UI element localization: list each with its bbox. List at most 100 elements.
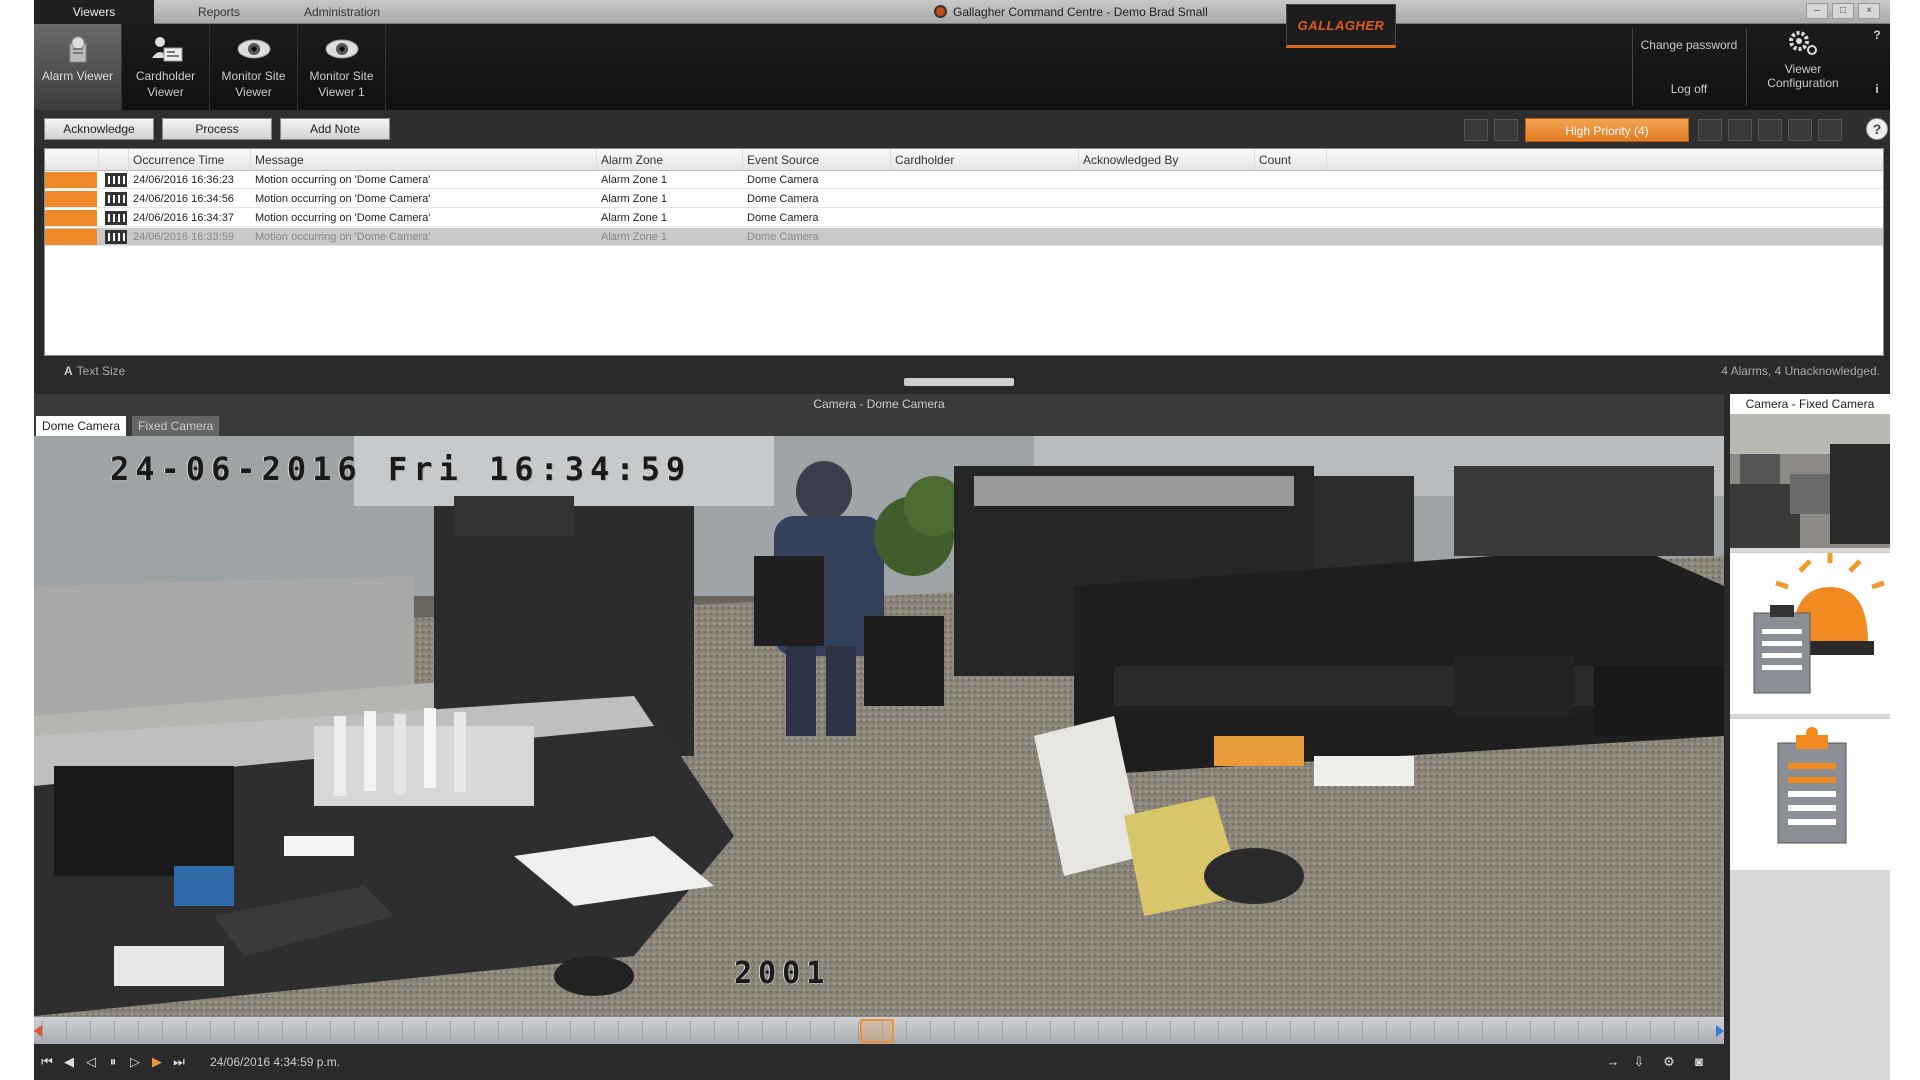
process-button[interactable]: Process [162,118,272,140]
cardholder-viewer-label: Cardholder Viewer [135,69,196,99]
eye-icon [325,39,358,59]
priority-filter-button[interactable] [1698,119,1722,141]
tab-viewers[interactable]: Viewers [34,0,154,24]
camera-settings-icon[interactable]: ⚙ [1660,1053,1678,1071]
table-row[interactable]: 24/06/2016 16:34:56 Motion occurring on … [45,190,1883,208]
tab-fixed-camera[interactable]: Fixed Camera [132,416,220,436]
gallagher-logo: GALLAGHER [1286,4,1396,48]
camera-video-feed[interactable]: 24-06-2016 Fri 16:34:59 2001 [34,436,1724,1016]
priority-filter-button[interactable] [1464,119,1488,141]
frame-back-icon[interactable]: ◁ [82,1053,100,1071]
acknowledge-button[interactable]: Acknowledge [44,118,154,140]
cell-event-source: Dome Camera [747,212,819,224]
priority-filter-button[interactable] [1758,119,1782,141]
cardholder-viewer-button[interactable]: Cardholder Viewer [122,24,210,110]
pause-icon[interactable]: ⏸ [104,1053,122,1071]
frame-forward-icon[interactable]: ▷ [126,1053,144,1071]
video-clip-icon[interactable] [105,230,127,244]
play-icon[interactable]: ▶ [148,1053,166,1071]
log-off-link[interactable]: Log off [1634,82,1744,96]
text-size-label: Text Size [76,364,126,378]
alarm-notes-card[interactable] [1730,718,1890,870]
priority-column-header[interactable] [45,149,99,171]
window-title-text: Gallagher Command Centre - Demo Brad Sma… [953,5,1208,19]
column-header-event-source[interactable]: Event Source [743,149,891,171]
priority-filter-button[interactable] [1494,119,1518,141]
export-icon[interactable]: ⇩ [1630,1053,1648,1071]
cardholder-icon [151,37,182,62]
window-title: Gallagher Command Centre - Demo Brad Sma… [934,0,1208,24]
office-scene [34,436,1724,1016]
viewer-configuration-button[interactable]: Viewer Configuration [1748,28,1858,90]
priority-indicator [45,191,97,207]
alarm-viewer-button[interactable]: Alarm Viewer [34,24,122,110]
type-column-header[interactable] [99,149,129,171]
timeline-end-icon[interactable] [1716,1025,1724,1037]
priority-indicator [45,229,97,245]
monitor-site-viewer-button[interactable]: Monitor Site Viewer [210,24,298,110]
minimize-button[interactable]: – [1806,3,1828,19]
video-clip-icon[interactable] [105,211,127,225]
table-row[interactable]: 24/06/2016 16:36:23 Motion occurring on … [45,171,1883,189]
fixed-camera-scene [1730,414,1890,548]
column-header-count[interactable]: Count [1255,149,1327,171]
cell-event-source: Dome Camera [747,231,819,243]
alarm-beacon-icon [1753,553,1885,694]
priority-filter-button[interactable] [1818,119,1842,141]
camera-panel-title: Camera - Dome Camera [34,394,1724,414]
info-icon[interactable]: i [1868,82,1886,96]
snapshot-icon[interactable]: ◙ [1690,1053,1708,1071]
alarm-action-bar: Acknowledge Process Add Note High Priori… [34,110,1890,148]
timeline-start-icon[interactable] [34,1025,42,1037]
table-header: Occurrence Time Message Alarm Zone Event… [45,149,1883,171]
cell-alarm-zone: Alarm Zone 1 [601,231,668,243]
monitor-site-viewer-1-button[interactable]: Monitor Site Viewer 1 [298,24,386,110]
text-size-icon: A [64,364,73,378]
help-icon[interactable]: ? [1868,28,1886,42]
side-panel: Camera - Fixed Camera [1730,394,1890,1080]
cell-alarm-zone: Alarm Zone 1 [601,212,668,224]
alarm-summary: 4 Alarms, 4 Unacknowledged. [1721,364,1880,378]
priority-filter-button[interactable] [1788,119,1812,141]
gear-icon [1789,31,1817,55]
video-clip-icon[interactable] [105,192,127,206]
timeline-position-marker[interactable] [860,1019,894,1043]
cell-occurrence-time: 24/06/2016 16:34:56 [133,193,234,205]
tab-reports[interactable]: Reports [174,0,264,24]
cell-event-source: Dome Camera [747,174,819,186]
eye-icon [237,39,270,59]
column-header-message[interactable]: Message [251,149,597,171]
video-clip-icon[interactable] [105,173,127,187]
table-row[interactable]: 24/06/2016 16:34:37 Motion occurring on … [45,209,1883,227]
priority-filter-button[interactable] [1728,119,1752,141]
skip-to-end-icon[interactable]: ⏭ [170,1053,188,1071]
column-header-alarm-zone[interactable]: Alarm Zone [597,149,743,171]
maximize-button[interactable]: □ [1832,3,1854,19]
close-button[interactable]: × [1858,3,1880,19]
help-icon[interactable]: ? [1866,118,1888,140]
fixed-camera-thumbnail[interactable] [1730,414,1890,548]
high-priority-filter-button[interactable]: High Priority (4) [1525,118,1689,142]
column-header-occurrence-time[interactable]: Occurrence Time [129,149,251,171]
alarm-instructions-card[interactable] [1730,552,1890,714]
column-header-cardholder[interactable]: Cardholder [891,149,1079,171]
tab-administration[interactable]: Administration [282,0,402,24]
table-row-selected[interactable]: 24/06/2016 16:33:59 Motion occurring on … [45,228,1883,246]
cell-message: Motion occurring on 'Dome Camera' [255,212,431,224]
clipboard-icon [1777,727,1847,844]
playback-timeline[interactable] [34,1016,1724,1044]
skip-to-start-icon[interactable]: ⏮ [38,1053,56,1071]
cell-alarm-zone: Alarm Zone 1 [601,174,668,186]
live-arrow-icon[interactable]: → [1604,1053,1622,1071]
column-header-acknowledged-by[interactable]: Acknowledged By [1079,149,1255,171]
camera-tabs: Dome Camera Fixed Camera [34,414,1724,436]
tab-dome-camera[interactable]: Dome Camera [36,416,127,436]
playback-time: 24/06/2016 4:34:59 p.m. [210,1055,341,1069]
alarm-viewer-label: Alarm Viewer [41,69,114,83]
step-back-icon[interactable]: ◀ [60,1053,78,1071]
panel-splitter[interactable] [904,378,1014,386]
add-note-button[interactable]: Add Note [280,118,390,140]
text-size-button[interactable]: A Text Size [64,364,125,378]
change-password-link[interactable]: Change password [1634,38,1744,52]
cell-message: Motion occurring on 'Dome Camera' [255,193,431,205]
